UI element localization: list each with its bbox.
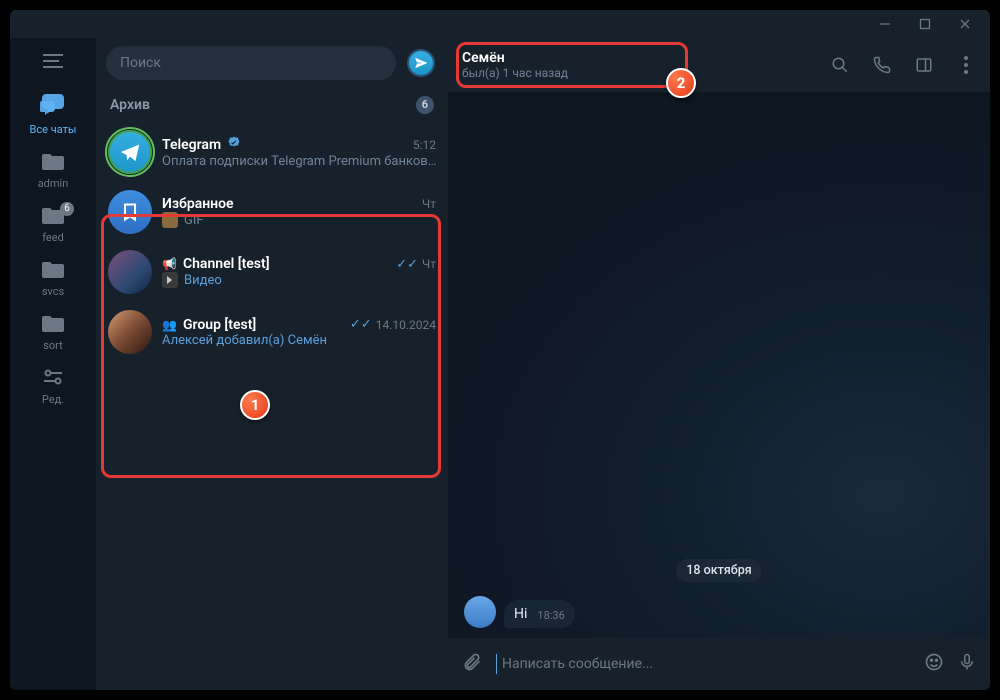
folder-admin[interactable]: admin [10, 146, 96, 200]
search-input[interactable]: Поиск [106, 46, 396, 80]
settings-icon [42, 368, 64, 389]
chat-item-channel[interactable]: 📢 Channel [test] ✓✓Чт Видео [96, 242, 448, 302]
avatar-bookmark-icon [108, 190, 152, 234]
folder-sort[interactable]: sort [10, 308, 96, 362]
chat-time: ✓✓14.10.2024 [350, 317, 436, 332]
annotation-marker-1: 1 [240, 390, 270, 420]
annotation-marker-2: 2 [666, 68, 696, 98]
folder-icon [42, 314, 64, 335]
folder-label: admin [38, 177, 69, 190]
folder-edit[interactable]: Ред. [10, 362, 96, 416]
message-bubble: Hi 18:36 [504, 600, 575, 628]
date-separator: 18 октября [676, 559, 761, 582]
titlebar [10, 10, 990, 38]
folder-sidebar: Все чаты admin 6 feed svcs sort [10, 38, 96, 690]
chat-item-telegram[interactable]: Telegram 5:12 Оплата подписки Telegram P… [96, 122, 448, 182]
voice-button[interactable] [958, 652, 976, 676]
chat-list-pane: Поиск Архив 6 [96, 38, 448, 690]
window-minimize-button[interactable] [866, 10, 904, 38]
chat-time: ✓✓Чт [396, 257, 436, 272]
folder-icon [42, 260, 64, 281]
chat-preview: GIF [162, 212, 436, 228]
folder-label: feed [42, 231, 64, 244]
more-menu-button[interactable] [956, 55, 976, 75]
emoji-button[interactable] [924, 652, 944, 676]
paperplane-icon [409, 51, 433, 75]
call-button[interactable] [872, 55, 892, 75]
chat-preview: Алексей добавил(а) Семён [162, 333, 436, 348]
conversation-status: был(а) 1 час назад [462, 66, 568, 80]
conversation-header[interactable]: Семён был(а) 1 час назад [448, 38, 990, 92]
avatar [108, 250, 152, 294]
read-checks-icon: ✓✓ [396, 257, 418, 272]
chat-time: Чт [422, 197, 436, 211]
folder-feed[interactable]: 6 feed [10, 200, 96, 254]
archive-label: Архив [110, 97, 150, 113]
folder-label: Ред. [42, 393, 64, 406]
read-checks-icon: ✓✓ [350, 317, 372, 332]
message-input[interactable]: Написать сообщение... [496, 656, 910, 672]
archive-row[interactable]: Архив 6 [96, 88, 448, 122]
message-composer: Написать сообщение... [448, 638, 990, 690]
gif-thumb-icon [162, 212, 178, 228]
message-row[interactable]: Hi 18:36 [464, 596, 974, 628]
chat-item-saved[interactable]: Избранное Чт GIF [96, 182, 448, 242]
chat-preview: Оплата подписки Telegram Premium банков… [162, 154, 436, 169]
folder-badge: 6 [60, 202, 74, 216]
folder-label: Все чаты [30, 123, 77, 136]
search-in-chat-button[interactable] [830, 55, 850, 75]
group-icon: 👥 [162, 318, 177, 332]
main-menu-button[interactable] [30, 46, 76, 76]
new-message-button[interactable] [404, 46, 438, 80]
folder-all-chats[interactable]: Все чаты [10, 88, 96, 146]
conversation-name: Семён [462, 50, 568, 66]
window-close-button[interactable] [946, 10, 984, 38]
folder-label: svcs [42, 285, 64, 298]
chat-preview: Видео [162, 272, 436, 288]
message-text: Hi [514, 606, 527, 622]
chat-time: 5:12 [413, 138, 436, 152]
chat-name: Group [test] [183, 317, 256, 333]
folder-icon [42, 152, 64, 173]
megaphone-icon: 📢 [162, 257, 177, 271]
video-thumb-icon [162, 272, 178, 288]
attach-button[interactable] [462, 652, 482, 676]
side-panel-button[interactable] [914, 55, 934, 75]
window-maximize-button[interactable] [906, 10, 944, 38]
folder-label: sort [43, 339, 63, 352]
chat-item-group[interactable]: 👥 Group [test] ✓✓14.10.2024 Алексей доба… [96, 302, 448, 362]
folder-svcs[interactable]: svcs [10, 254, 96, 308]
chat-name: Channel [test] [183, 256, 270, 272]
archive-count-badge: 6 [416, 96, 434, 114]
verified-icon [227, 135, 241, 154]
avatar-telegram-icon [108, 130, 152, 174]
chat-name: Избранное [162, 196, 234, 212]
avatar [108, 310, 152, 354]
conversation-pane: Семён был(а) 1 час назад 18 октября [448, 38, 990, 690]
sender-avatar[interactable] [464, 596, 496, 628]
message-area[interactable]: 18 октября Hi 18:36 [448, 92, 990, 638]
message-time: 18:36 [537, 609, 564, 622]
chats-icon [40, 94, 66, 119]
chat-name: Telegram [162, 137, 221, 153]
